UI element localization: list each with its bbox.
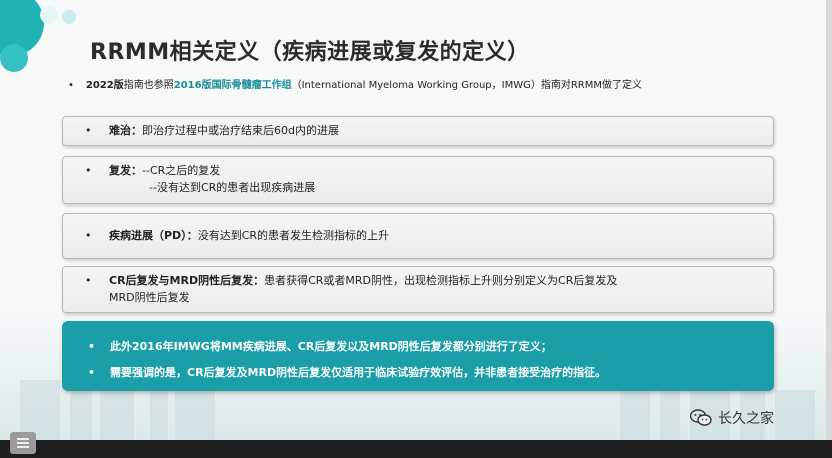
definition-text: 疾病进展（PD）：没有达到CR的患者发生检测指标的上升 bbox=[109, 227, 761, 244]
watermark: 长久之家 bbox=[690, 408, 774, 428]
bullet: • bbox=[85, 274, 92, 287]
watermark-text: 长久之家 bbox=[718, 411, 774, 427]
subtitle-text: （International Myeloma Working Group，IMW… bbox=[291, 80, 643, 91]
wechat-icon bbox=[690, 409, 712, 426]
slide: RRMM相关定义（疾病进展或复发的定义） • 2022版指南也参照2016版国际骨… bbox=[0, 0, 826, 440]
highlight-box: • 此外2016年IMWG将MM疾病进展、CR后复发以及MRD阴性后复发都分别进行… bbox=[62, 321, 774, 391]
definition-label: 疾病进展（PD）： bbox=[109, 229, 198, 242]
subtitle-highlight: 2016版国际骨髓瘤工作组 bbox=[173, 80, 292, 91]
bullet: • bbox=[68, 80, 74, 91]
menu-icon bbox=[17, 442, 29, 444]
decorative-circle bbox=[62, 10, 76, 24]
definition-box-progression: • 疾病进展（PD）：没有达到CR的患者发生检测指标的上升 bbox=[62, 213, 774, 259]
definition-line: --CR之后的复发 bbox=[142, 164, 221, 177]
subtitle-text: 指南也参照 bbox=[123, 80, 174, 91]
definition-text: 复发：--CR之后的复发 --没有达到CR的患者出现疾病进展 bbox=[109, 162, 761, 196]
definition-box-relapse: • 复发：--CR之后的复发 --没有达到CR的患者出现疾病进展 bbox=[62, 156, 774, 204]
bullet: • bbox=[85, 229, 92, 242]
player-bottom-bar bbox=[0, 440, 832, 458]
slide-subtitle: • 2022版指南也参照2016版国际骨髓瘤工作组（International M… bbox=[68, 76, 642, 91]
menu-icon bbox=[17, 438, 29, 440]
definition-line: 没有达到CR的患者发生检测指标的上升 bbox=[197, 229, 390, 242]
definition-line: --没有达到CR的患者出现疾病进展 bbox=[149, 181, 316, 194]
subtitle-bold: 2022版 bbox=[85, 80, 124, 91]
definition-label: CR后复发与MRD阴性后复发： bbox=[109, 274, 265, 287]
bullet: • bbox=[85, 164, 92, 177]
window-edge bbox=[826, 0, 832, 440]
highlight-line: • 需要强调的是，CR后复发及MRD阴性后复发仅适用于临床试验疗效评估，并非患者接… bbox=[88, 364, 606, 380]
decorative-circle bbox=[0, 44, 28, 72]
slide-title: RRMM相关定义（疾病进展或复发的定义） bbox=[90, 40, 530, 65]
highlight-line: • 此外2016年IMWG将MM疾病进展、CR后复发以及MRD阴性后复发都分别进行… bbox=[88, 338, 552, 354]
definition-line: MRD阴性后复发 bbox=[109, 291, 190, 304]
definition-label: 复发： bbox=[109, 164, 142, 177]
definition-box-cr-mrd-relapse: • CR后复发与MRD阴性后复发：患者获得CR或者MRD阴性，出现检测指标上升则… bbox=[62, 266, 774, 313]
bullet: • bbox=[85, 124, 92, 137]
bullet: • bbox=[88, 366, 96, 379]
definition-box-refractory: • 难治：即治疗过程中或治疗结束后60d内的进展 bbox=[62, 116, 774, 146]
definition-line: 患者获得CR或者MRD阴性，出现检测指标上升则分别定义为CR后复发及 bbox=[264, 274, 618, 287]
highlight-text: 此外2016年IMWG将MM疾病进展、CR后复发以及MRD阴性后复发都分别进行了… bbox=[110, 340, 552, 353]
definition-text: CR后复发与MRD阴性后复发：患者获得CR或者MRD阴性，出现检测指标上升则分别… bbox=[109, 272, 761, 306]
decorative-circle bbox=[40, 6, 58, 24]
definition-text: 难治：即治疗过程中或治疗结束后60d内的进展 bbox=[109, 122, 761, 139]
menu-button[interactable] bbox=[10, 432, 36, 454]
definition-label: 难治： bbox=[109, 124, 142, 137]
definition-line: 即治疗过程中或治疗结束后60d内的进展 bbox=[142, 124, 339, 137]
highlight-text: 需要强调的是，CR后复发及MRD阴性后复发仅适用于临床试验疗效评估，并非患者接受… bbox=[110, 366, 607, 379]
menu-icon bbox=[17, 446, 29, 448]
bullet: • bbox=[88, 340, 96, 353]
